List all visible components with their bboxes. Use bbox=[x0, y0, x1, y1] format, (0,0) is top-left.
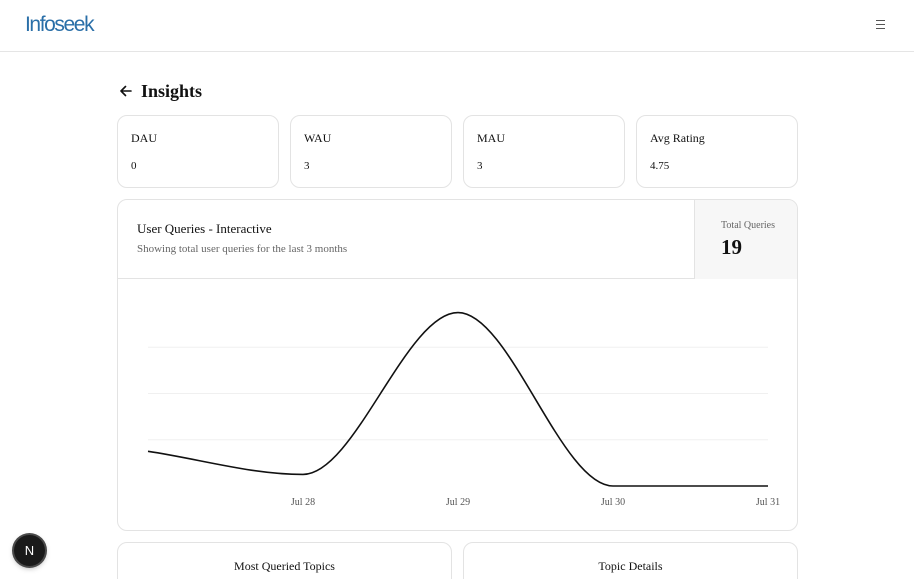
total-queries-box[interactable]: Total Queries 19 bbox=[694, 200, 797, 279]
stat-label: WAU bbox=[304, 131, 332, 145]
chart-title: User Queries - Interactive bbox=[137, 221, 272, 236]
brand-logo[interactable]: Infoseek bbox=[25, 13, 95, 37]
total-queries-label: Total Queries bbox=[721, 220, 776, 231]
dev-tools-badge[interactable]: N bbox=[14, 535, 45, 566]
chart-header: User Queries - Interactive Showing total… bbox=[118, 200, 797, 279]
stat-card-wau: WAU 3 bbox=[290, 115, 452, 188]
hamburger-icon[interactable] bbox=[874, 18, 888, 32]
stat-value: 3 bbox=[477, 160, 483, 172]
user-queries-chart-card: User Queries - Interactive Showing total… bbox=[117, 199, 798, 531]
topic-details-card: Topic Details bbox=[463, 542, 798, 579]
stat-label: MAU bbox=[477, 131, 506, 145]
stat-card-avg-rating: Avg Rating 4.75 bbox=[636, 115, 798, 188]
x-tick-label: Jul 29 bbox=[446, 497, 470, 508]
stat-value: 4.75 bbox=[650, 160, 670, 172]
x-tick-label: Jul 31 bbox=[756, 497, 780, 508]
stat-card-mau: MAU 3 bbox=[463, 115, 625, 188]
most-queried-topics-card: Most Queried Topics bbox=[117, 542, 452, 579]
topic-details-title: Topic Details bbox=[598, 559, 663, 573]
most-queried-topics-title: Most Queried Topics bbox=[234, 559, 335, 573]
stat-value: 0 bbox=[131, 160, 137, 172]
stat-value: 3 bbox=[304, 160, 310, 172]
page-title: Insights bbox=[141, 80, 203, 101]
chart-subtitle: Showing total user queries for the last … bbox=[137, 243, 348, 255]
x-tick-label: Jul 30 bbox=[601, 497, 625, 508]
line-chart[interactable]: Jul 28 Jul 29 Jul 30 Jul 31 bbox=[118, 279, 797, 530]
stat-card-dau: DAU 0 bbox=[117, 115, 279, 188]
x-tick-label: Jul 28 bbox=[291, 497, 315, 508]
arrow-left-icon[interactable] bbox=[119, 84, 133, 98]
page-header: Insights bbox=[119, 80, 202, 102]
stat-label: Avg Rating bbox=[650, 131, 705, 145]
stat-label: DAU bbox=[131, 131, 157, 145]
series-line bbox=[147, 311, 768, 487]
total-queries-value: 19 bbox=[721, 235, 742, 259]
top-navbar: Infoseek bbox=[0, 0, 914, 52]
